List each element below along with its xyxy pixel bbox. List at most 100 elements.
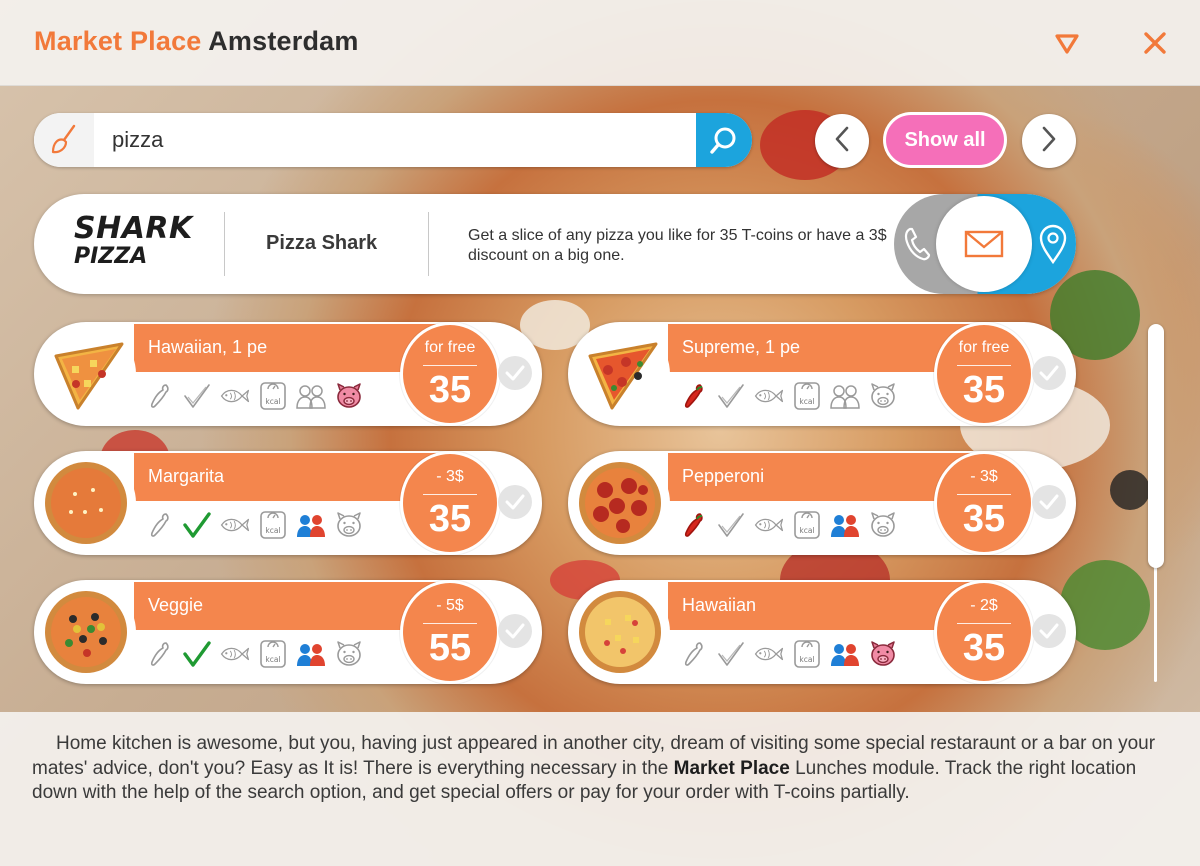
footer-text-bold: Market Place: [673, 757, 790, 779]
vegan-check-icon: [182, 509, 212, 541]
select-check-icon[interactable]: [1032, 485, 1066, 519]
fish-icon: [220, 509, 250, 541]
item-name: Supreme, 1 pe: [682, 337, 801, 357]
restaurant-banner[interactable]: SHARK PIZZA Pizza Shark Get a slice of a…: [34, 194, 1076, 294]
item-name: Pepperoni: [682, 466, 765, 486]
pig-icon: [334, 638, 364, 670]
price-label: - 2$: [970, 597, 998, 614]
kids-icon: [830, 509, 860, 541]
chili-icon: [678, 509, 708, 541]
item-attributes: kcal: [678, 509, 898, 541]
kcal-scale-icon: kcal: [258, 638, 288, 670]
price-value: 55: [428, 627, 472, 669]
price-value: 35: [962, 498, 1006, 540]
fish-icon: [754, 509, 784, 541]
item-attributes: kcal: [144, 638, 364, 670]
bg-decoration: [1110, 470, 1150, 510]
price-label: - 3$: [436, 468, 464, 485]
fish-icon: [220, 380, 250, 412]
menu-item-card[interactable]: Hawaiian, 1 pe kcal for free 35: [34, 322, 542, 426]
item-name: Hawaiian: [682, 595, 757, 615]
select-check-icon[interactable]: [498, 485, 532, 519]
item-name: Hawaiian, 1 pe: [148, 337, 268, 357]
kids-icon: [830, 638, 860, 670]
kcal-scale-icon: kcal: [258, 509, 288, 541]
close-icon[interactable]: [1140, 28, 1170, 58]
pizza-hawaiian-icon: [570, 582, 670, 682]
kids-icon: [296, 509, 326, 541]
price-label: - 3$: [970, 468, 998, 485]
mail-icon[interactable]: [936, 196, 1032, 292]
menu-item-card[interactable]: Margarita kcal - 3$ 35: [34, 451, 542, 555]
phone-icon[interactable]: [902, 226, 932, 267]
restaurant-name: Pizza Shark: [266, 232, 378, 254]
menu-item-card[interactable]: Pepperoni kcal - 3$ 35: [568, 451, 1076, 555]
price-label: for free: [958, 339, 1010, 356]
search-input[interactable]: [112, 122, 672, 158]
pizza-slice-hawaiian-icon: [36, 324, 136, 424]
pig-icon: [334, 380, 364, 412]
svg-text:kcal: kcal: [265, 397, 280, 406]
vegan-check-icon: [182, 380, 212, 412]
pig-icon: [868, 380, 898, 412]
vegan-check-icon: [716, 638, 746, 670]
item-name: Margarita: [148, 466, 225, 486]
select-check-icon[interactable]: [1032, 356, 1066, 390]
fish-icon: [220, 638, 250, 670]
price-value: 35: [428, 369, 472, 411]
vegan-check-icon: [182, 638, 212, 670]
scrollbar-thumb[interactable]: [1148, 324, 1164, 568]
kids-icon: [296, 638, 326, 670]
logo-line2: PIZZA: [74, 244, 148, 269]
price-badge[interactable]: for free 35: [400, 322, 500, 426]
logo-line1: SHARK: [74, 211, 193, 246]
fish-icon: [754, 380, 784, 412]
svg-text:kcal: kcal: [799, 397, 814, 406]
select-check-icon[interactable]: [1032, 614, 1066, 648]
price-badge[interactable]: for free 35: [934, 322, 1034, 426]
divider: [224, 212, 225, 276]
price-divider: [957, 494, 1011, 495]
pig-icon: [868, 638, 898, 670]
fish-icon: [754, 638, 784, 670]
footer-description: Home kitchen is awesome, but you, having…: [0, 712, 1200, 866]
pizza-margarita-icon: [36, 453, 136, 553]
chili-icon: [144, 638, 174, 670]
item-name: Veggie: [148, 595, 204, 615]
dropdown-triangle-icon[interactable]: [1052, 28, 1082, 58]
search-icon[interactable]: [696, 113, 752, 167]
pizza-slice-supreme-icon: [570, 324, 670, 424]
broom-icon[interactable]: [34, 113, 94, 167]
chili-icon: [144, 509, 174, 541]
item-attributes: kcal: [144, 380, 364, 412]
kids-icon: [830, 380, 860, 412]
svg-text:kcal: kcal: [265, 526, 280, 535]
app-header: Market Place Amsterdam: [0, 0, 1200, 86]
price-value: 35: [962, 369, 1006, 411]
price-badge[interactable]: - 2$ 35: [934, 580, 1034, 684]
kids-icon: [296, 380, 326, 412]
item-attributes: kcal: [144, 509, 364, 541]
pig-icon: [868, 509, 898, 541]
pig-icon: [334, 509, 364, 541]
price-divider: [423, 623, 477, 624]
location-pin-icon[interactable]: [1038, 224, 1068, 269]
menu-item-card[interactable]: Hawaiian kcal - 2$ 35: [568, 580, 1076, 684]
prev-button[interactable]: [815, 114, 869, 168]
footer-text: Home kitchen is awesome, but you, having…: [32, 732, 1172, 806]
menu-item-card[interactable]: Veggie kcal - 5$ 55: [34, 580, 542, 684]
contact-panel: [894, 194, 1076, 294]
select-check-icon[interactable]: [498, 614, 532, 648]
select-check-icon[interactable]: [498, 356, 532, 390]
kcal-scale-icon: kcal: [258, 380, 288, 412]
menu-item-card[interactable]: Supreme, 1 pe kcal for free 35: [568, 322, 1076, 426]
price-badge[interactable]: - 5$ 55: [400, 580, 500, 684]
show-all-button[interactable]: Show all: [886, 115, 1004, 165]
price-badge[interactable]: - 3$ 35: [400, 451, 500, 555]
search-bar: [34, 113, 752, 167]
price-badge[interactable]: - 3$ 35: [934, 451, 1034, 555]
price-value: 35: [428, 498, 472, 540]
next-button[interactable]: [1022, 114, 1076, 168]
app-title-city: Amsterdam: [208, 26, 359, 56]
chili-icon: [144, 380, 174, 412]
